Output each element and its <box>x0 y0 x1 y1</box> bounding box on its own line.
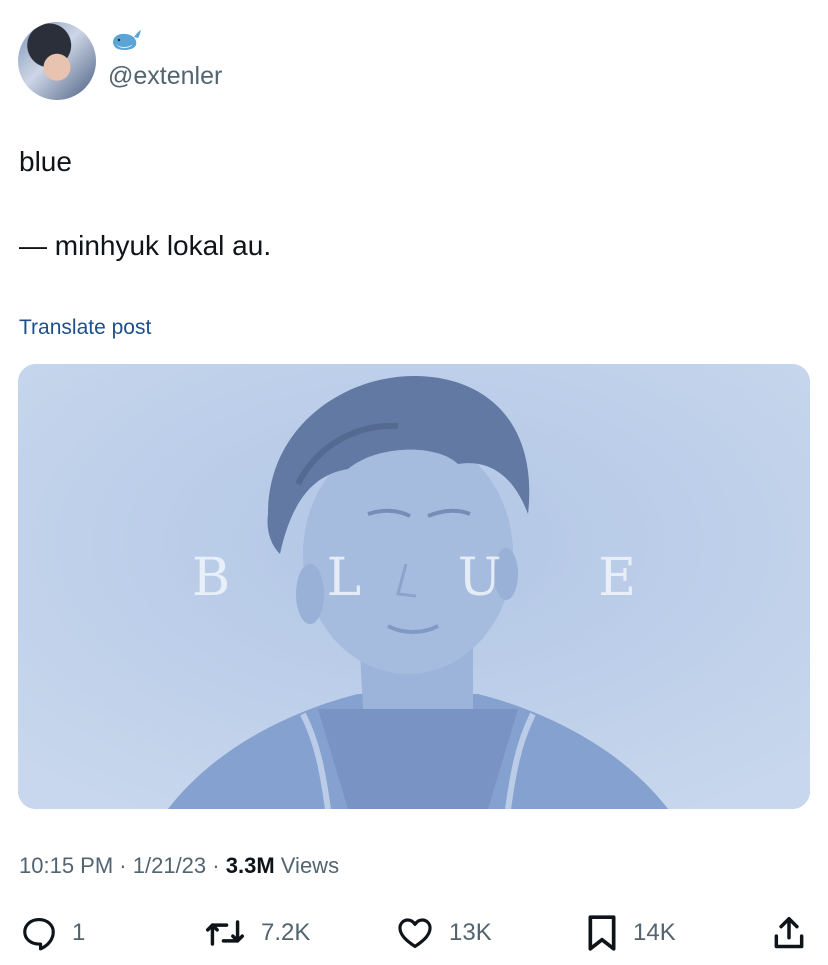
share-icon <box>774 917 804 949</box>
tweet-action-bar: 1 7.2K 13K 14K <box>0 908 828 958</box>
meta-separator: · <box>119 853 127 878</box>
author-avatar[interactable] <box>18 22 96 100</box>
reply-icon <box>23 917 55 951</box>
media-title-overlay: B L U E <box>191 548 677 608</box>
repost-icon <box>205 920 245 946</box>
tweet-text-line-2: — minhyuk lokal au. <box>19 230 272 261</box>
meta-separator: · <box>212 853 220 878</box>
like-count: 13K <box>449 919 492 946</box>
views-count: 3.3M <box>225 853 275 878</box>
bookmark-count: 14K <box>633 919 676 946</box>
whale-emoji-icon <box>113 30 141 50</box>
translate-post-link[interactable]: Translate post <box>19 316 151 340</box>
bookmark-button[interactable]: 14K <box>585 908 676 958</box>
share-button[interactable] <box>770 908 808 958</box>
tweet-date[interactable]: 1/21/23 <box>133 853 206 878</box>
tweet-time[interactable]: 10:15 PM <box>19 853 113 878</box>
bookmark-icon <box>588 915 616 951</box>
repost-button[interactable]: 7.2K <box>203 908 310 958</box>
tweet-text-line-1: blue <box>19 146 72 177</box>
heart-icon <box>398 918 432 949</box>
reply-button[interactable]: 1 <box>20 908 85 958</box>
repost-count: 7.2K <box>261 919 311 946</box>
tweet-metadata: 10:15 PM · 1/21/23 · 3.3M Views <box>19 853 339 879</box>
author-handle[interactable]: @extenler <box>108 62 222 91</box>
reply-count: 1 <box>72 919 86 946</box>
like-button[interactable]: 13K <box>395 908 492 958</box>
views-label: Views <box>280 853 340 878</box>
